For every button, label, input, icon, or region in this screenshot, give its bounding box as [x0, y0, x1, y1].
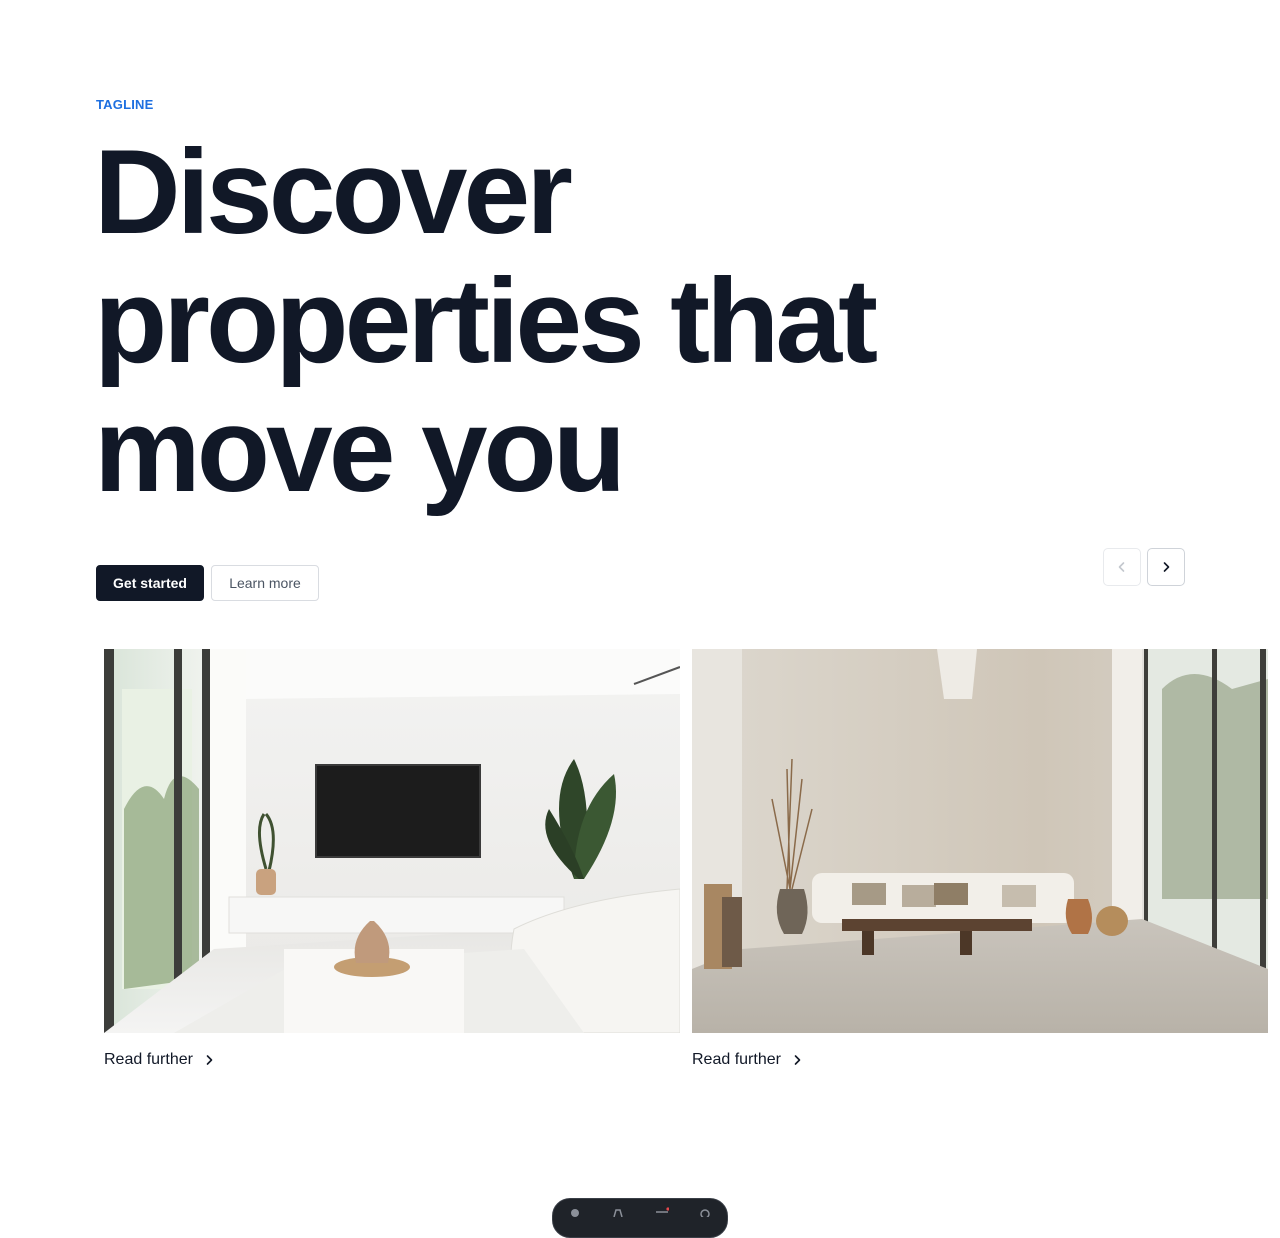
- chevron-left-icon: [1118, 562, 1125, 572]
- hero-headline: Discover properties that move you: [94, 125, 878, 517]
- carousel-prev-button[interactable]: [1103, 548, 1141, 586]
- tagline: TAGLINE: [96, 97, 154, 112]
- gear-icon[interactable]: [698, 1207, 712, 1217]
- property-card: Read further: [104, 649, 680, 1069]
- floating-dock-toolbar: [552, 1198, 728, 1238]
- get-started-button[interactable]: Get started: [96, 565, 204, 601]
- read-further-label: Read further: [104, 1051, 193, 1068]
- chevron-right-icon: [794, 1055, 801, 1065]
- white-living-room-photo[interactable]: [104, 649, 680, 1033]
- carousel-next-button[interactable]: [1147, 548, 1185, 586]
- read-further-label: Read further: [692, 1051, 781, 1068]
- hand-icon[interactable]: [611, 1207, 625, 1217]
- property-card: Read further: [692, 649, 1268, 1069]
- menu-icon[interactable]: [655, 1207, 669, 1217]
- read-further-link[interactable]: Read further: [104, 1051, 680, 1069]
- learn-more-button[interactable]: Learn more: [211, 565, 319, 601]
- person-icon[interactable]: [568, 1207, 582, 1217]
- read-further-link[interactable]: Read further: [692, 1051, 1268, 1069]
- minimal-loft-living-room-photo[interactable]: [692, 649, 1268, 1033]
- chevron-right-icon: [1163, 562, 1170, 572]
- chevron-right-icon: [206, 1055, 213, 1065]
